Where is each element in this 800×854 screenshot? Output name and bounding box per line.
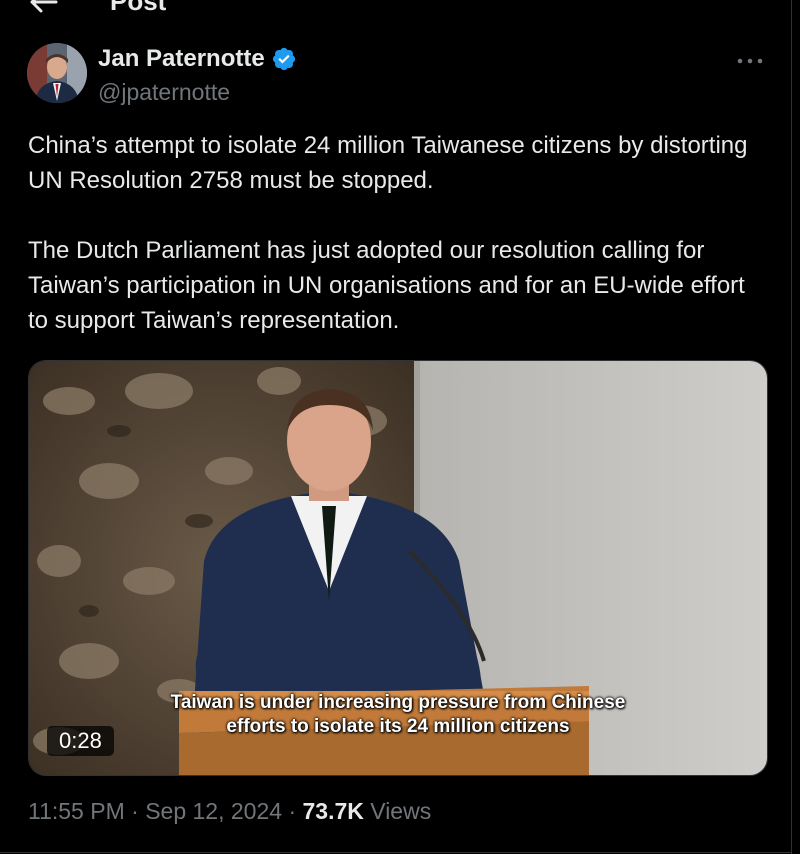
subtitle-line: efforts to isolate its 24 million citize… bbox=[226, 716, 570, 737]
avatar[interactable] bbox=[27, 43, 87, 103]
top-bar: Post bbox=[0, 0, 790, 20]
divider bbox=[0, 852, 792, 853]
display-name[interactable]: Jan Paternotte bbox=[98, 45, 265, 73]
meta-separator: · bbox=[288, 798, 297, 824]
post-meta: 11:55 PM · Sep 12, 2024 · 73.7K Views bbox=[28, 798, 431, 825]
column-divider bbox=[791, 0, 792, 854]
verified-badge-icon bbox=[272, 47, 295, 71]
back-button[interactable] bbox=[26, 0, 62, 16]
post-time[interactable]: 11:55 PM bbox=[28, 798, 125, 824]
meta-separator: · bbox=[131, 798, 139, 824]
tweet-paragraph: The Dutch Parliament has just adopted ou… bbox=[28, 237, 745, 334]
post-page: Post Jan Paternotte @jpaternotte China’s… bbox=[0, 0, 800, 854]
post-date[interactable]: Sep 12, 2024 bbox=[145, 798, 282, 824]
subtitle-line: Taiwan is under increasing pressure from… bbox=[170, 692, 626, 713]
more-horizontal-icon bbox=[737, 58, 763, 64]
author-handle[interactable]: @jpaternotte bbox=[98, 79, 230, 106]
arrow-left-icon bbox=[30, 0, 58, 13]
author-name-row[interactable]: Jan Paternotte bbox=[98, 45, 297, 73]
video-duration-badge: 0:28 bbox=[47, 726, 114, 756]
video-player[interactable]: Taiwan is under increasing pressure from… bbox=[28, 360, 768, 776]
tweet-paragraph: China’s attempt to isolate 24 million Ta… bbox=[28, 132, 748, 194]
tweet-text: China’s attempt to isolate 24 million Ta… bbox=[28, 128, 768, 338]
views-count[interactable]: 73.7K bbox=[303, 798, 364, 824]
avatar-image bbox=[27, 43, 87, 103]
more-options-button[interactable] bbox=[734, 50, 766, 72]
video-subtitles: Taiwan is under increasing pressure from… bbox=[29, 691, 767, 739]
views-label: Views bbox=[370, 798, 432, 824]
page-title: Post bbox=[110, 0, 167, 16]
